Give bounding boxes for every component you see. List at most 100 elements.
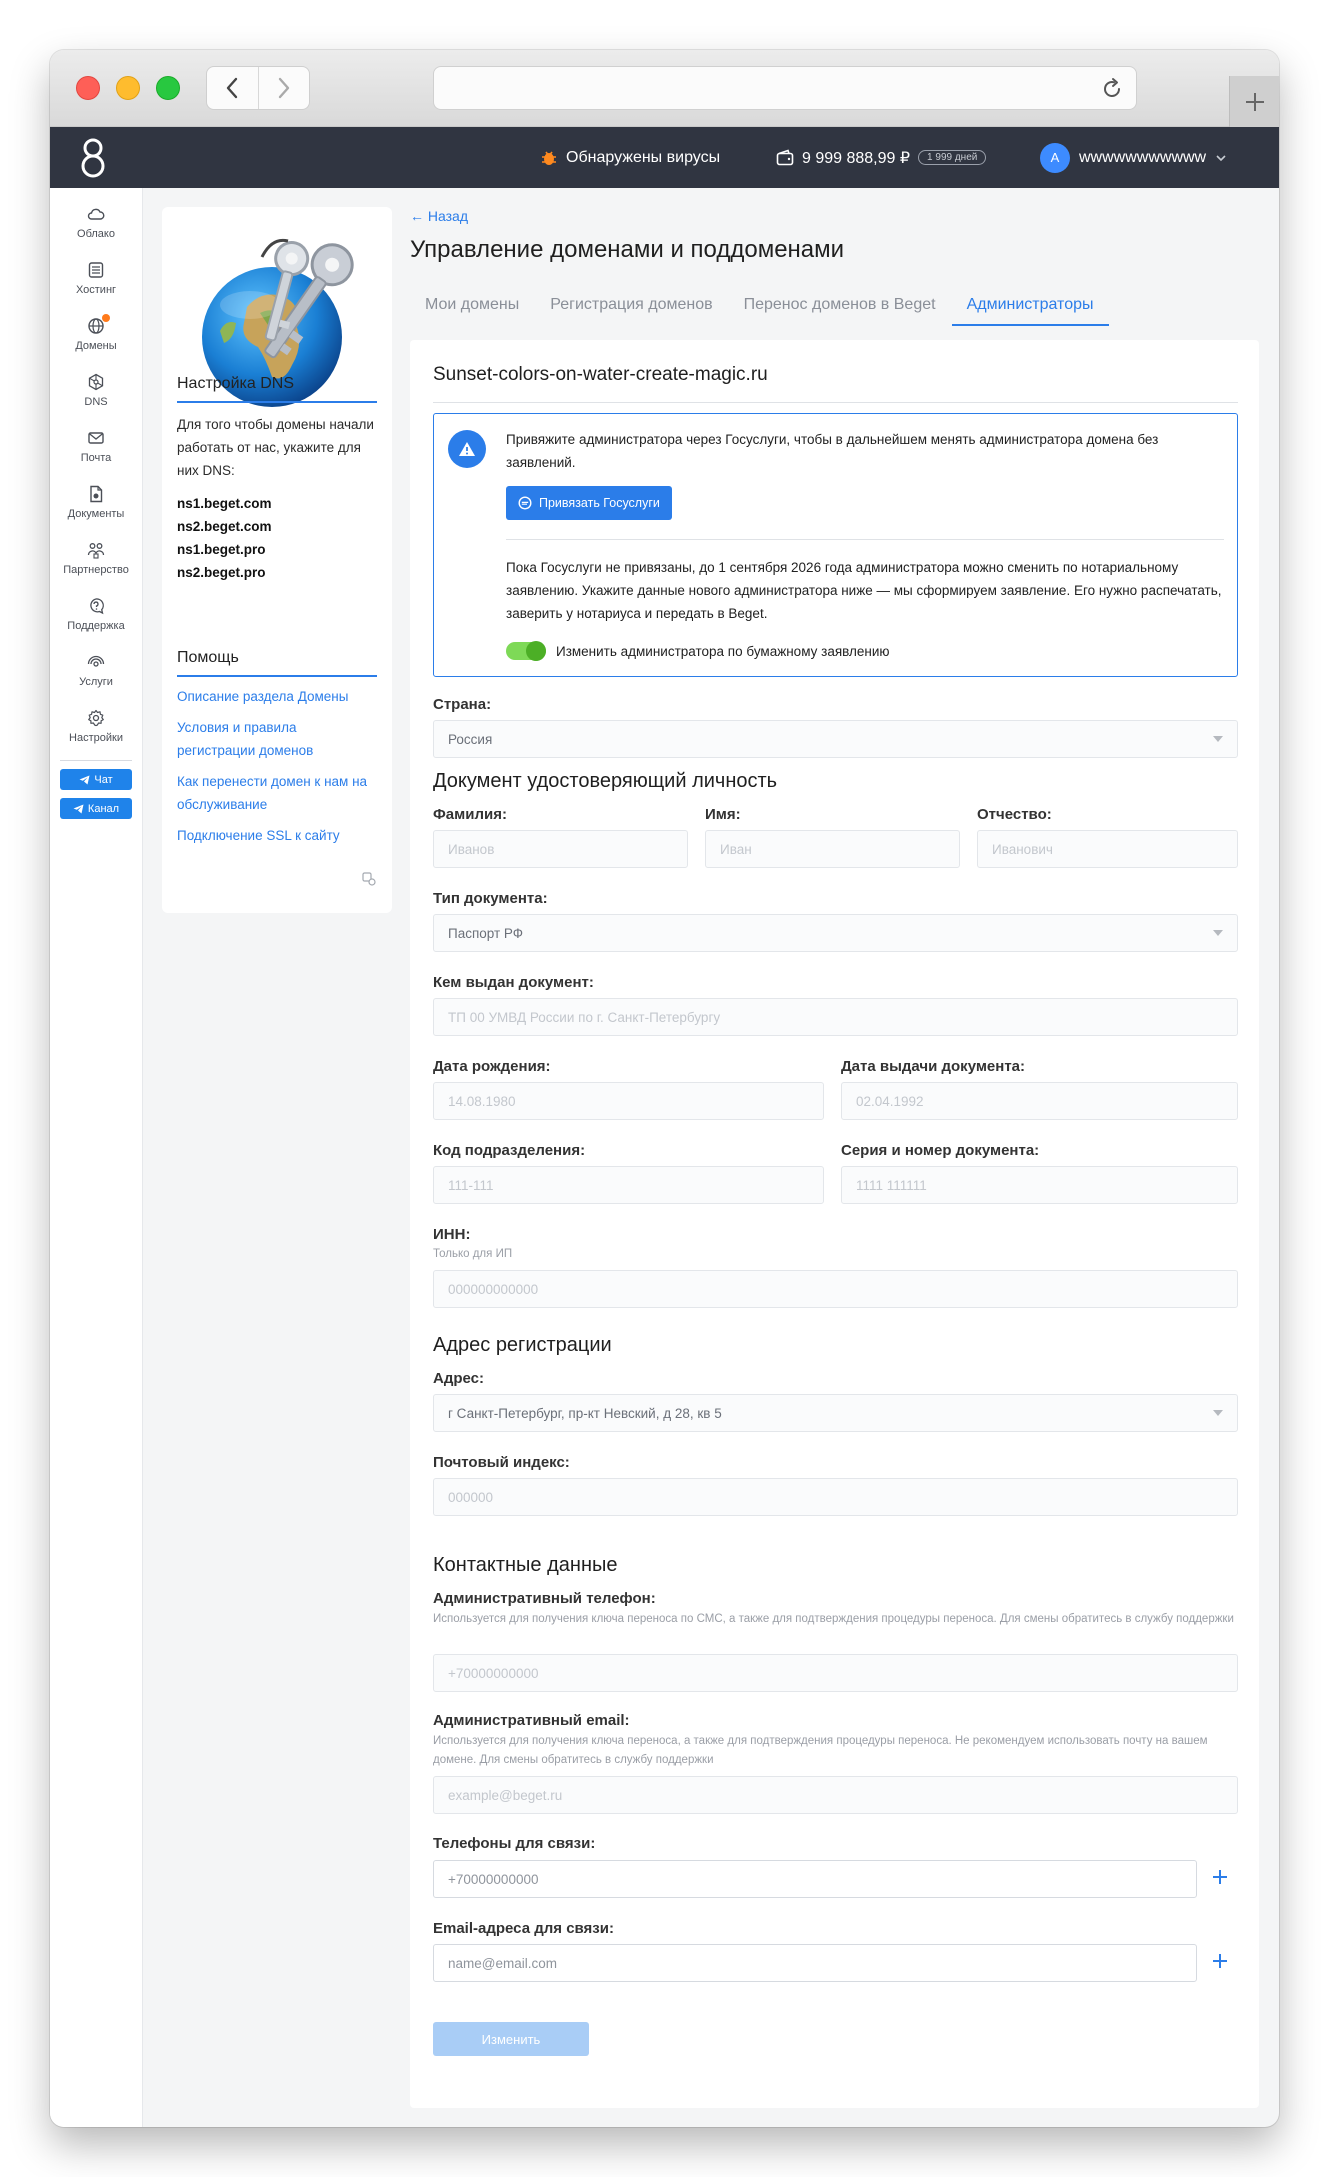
server-icon [88,262,104,278]
admin-email-input[interactable]: example@beget.ru [433,1776,1238,1814]
channel-button[interactable]: Канал [60,798,132,819]
tab-administrators[interactable]: Администраторы [951,286,1109,326]
middle-name-input[interactable]: Иванович [977,830,1238,868]
admin-form-card: Sunset-colors-on-water-create-magic.ru П… [410,340,1259,2108]
beget-logo[interactable] [80,137,106,184]
admin-email-label: Административный email: [433,1712,630,1729]
country-select[interactable]: Россия [433,720,1238,758]
help-link-ssl[interactable]: Подключение SSL к сайту [177,824,377,847]
issue-date-input[interactable]: 02.04.1992 [841,1082,1238,1120]
paper-application-toggle[interactable] [506,641,546,661]
sidebar-item-hosting[interactable]: Хостинг [50,250,142,306]
sidebar-item-cloud[interactable]: Облако [50,194,142,250]
sidebar-item-label: DNS [84,396,108,408]
forward-nav-button[interactable] [257,67,310,109]
birth-date-input[interactable]: 14.08.1980 [433,1082,824,1120]
inn-placeholder: 000000000000 [448,1281,539,1297]
zip-input[interactable]: 000000 [433,1478,1238,1516]
address-section-title: Адрес регистрации [433,1334,612,1356]
notice-text-notary: Пока Госуслуги не привязаны, до 1 сентяб… [506,560,1222,621]
add-phone-button[interactable] [1211,1867,1229,1891]
contact-email-input[interactable]: name@email.com [433,1944,1197,1982]
new-tab-button[interactable] [1229,76,1279,127]
address-select-value: г Санкт-Петербург, пр-кт Невский, д 28, … [448,1405,722,1421]
division-code-placeholder: 111-111 [448,1177,494,1193]
back-link[interactable]: ← Назад [410,208,468,224]
admin-phone-input[interactable]: +70000000000 [433,1654,1238,1692]
reload-icon [1104,78,1120,97]
dns-settings-text: Для того чтобы домены начали работать от… [177,417,374,478]
paper-application-toggle-label: Изменить администратора по бумажному зая… [556,643,890,659]
contact-emails-label: Email-адреса для связи: [433,1920,614,1937]
sidebar-item-dns[interactable]: DNS [50,362,142,418]
close-window-button[interactable] [76,76,100,100]
sidebar-item-partners[interactable]: Партнерство [50,530,142,586]
help-title: Помощь [177,649,377,677]
submit-change-button[interactable]: Изменить [433,2022,589,2056]
reload-button[interactable] [1100,77,1124,106]
zoom-window-button[interactable] [156,76,180,100]
address-bar[interactable] [433,66,1137,110]
chat-button[interactable]: Чат [60,769,132,790]
issued-by-input[interactable]: ТП 00 УМВД России по г. Санкт-Петербургу [433,998,1238,1036]
help-link-domains[interactable]: Описание раздела Домены [177,685,377,708]
sidebar-item-label: Партнерство [63,564,129,576]
link-gosuslugi-button[interactable]: Привязать Госуслуги [506,486,672,520]
dns-server: ns1.beget.com [177,496,272,511]
sidebar-item-label: Домены [75,340,117,352]
avatar-letter: A [1050,150,1060,165]
contact-phone-input[interactable]: +70000000000 [433,1860,1197,1898]
sidebar-item-label: Почта [80,452,112,464]
admin-email-placeholder: example@beget.ru [448,1787,563,1803]
browser-titlebar [50,50,1279,127]
doc-series-input[interactable]: 1111 111111 [841,1166,1238,1204]
contacts-section-title: Контактные данные [433,1554,618,1576]
sidebar-item-label: Услуги [79,676,113,688]
help-link-rules[interactable]: Условия и правила регистрации доменов [177,716,377,762]
sidebar-item-documents[interactable]: Документы [50,474,142,530]
balance-amount: 9 999 888,99 ₽ [802,149,911,167]
dns-icon [88,373,104,391]
partners-icon [87,543,105,559]
gosuslugi-notice: Привяжите администратора через Госуслуги… [433,413,1238,677]
doc-type-select[interactable]: Паспорт РФ [433,914,1238,952]
division-code-input[interactable]: 111-111 [433,1166,824,1204]
beget-logo-icon [81,138,105,178]
virus-alert-text: Обнаружены вирусы [566,148,721,166]
back-nav-button[interactable] [207,67,258,109]
address-select[interactable]: г Санкт-Петербург, пр-кт Невский, д 28, … [433,1394,1238,1432]
inn-input[interactable]: 000000000000 [433,1270,1238,1308]
first-name-input[interactable]: Иван [705,830,960,868]
panel-settings-button[interactable] [362,872,376,891]
add-email-button[interactable] [1211,1951,1229,1975]
tab-domain-registration[interactable]: Регистрация доменов [535,286,727,326]
user-menu[interactable]: A wwwwwwwwwww [1040,127,1227,188]
sidebar-item-services[interactable]: Услуги [50,642,142,698]
domain-name: Sunset-colors-on-water-create-magic.ru [433,364,1238,403]
chat-button-label: Чат [94,773,113,786]
middle-name-label: Отчество: [977,806,1052,823]
tab-my-domains[interactable]: Мои домены [410,286,534,326]
chevron-down-icon [1213,1410,1223,1416]
minimize-window-button[interactable] [116,76,140,100]
sidebar-item-support[interactable]: Поддержка [50,586,142,642]
balance-days-badge: 1 999 дней [918,150,987,165]
help-link-transfer[interactable]: Как перенести домен к нам на обслуживани… [177,770,377,816]
balance-widget[interactable]: 9 999 888,99 ₽ 1 999 дней [776,127,987,188]
sidebar-item-settings[interactable]: Настройки [50,698,142,754]
sidebar-item-mail[interactable]: Почта [50,418,142,474]
sidebar-item-domains[interactable]: Домены [50,306,142,362]
dns-settings-title: Настройка DNS [177,375,377,403]
virus-alert[interactable]: Обнаружены вирусы [540,127,720,188]
last-name-input[interactable]: Иванов [433,830,688,868]
dns-server: ns1.beget.pro [177,542,266,557]
services-icon [87,655,105,667]
paper-application-toggle-row: Изменить администратора по бумажному зая… [506,641,890,661]
contact-phone-placeholder: +70000000000 [448,1871,539,1887]
tab-domain-transfer[interactable]: Перенос доменов в Beget [729,286,951,326]
telegram-icon [79,775,90,784]
issue-date-placeholder: 02.04.1992 [856,1093,924,1109]
admin-email-hint: Используется для получения ключа перенос… [433,1735,1208,1766]
sidebar-item-label: Облако [77,228,115,240]
sidebar-item-label: Поддержка [67,620,125,632]
